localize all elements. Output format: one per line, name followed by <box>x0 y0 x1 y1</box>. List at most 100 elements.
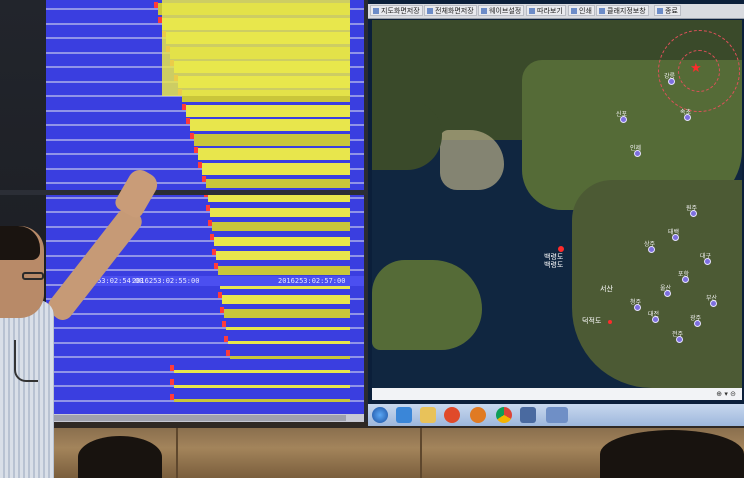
app-window-icon-2[interactable] <box>546 407 568 423</box>
p-wave-marker <box>212 248 216 255</box>
p-wave-marker <box>224 335 228 342</box>
person-shirt <box>0 300 54 478</box>
seismic-waveform <box>174 384 350 388</box>
follow-button[interactable]: 따라보기 <box>526 5 566 16</box>
station-label: 태백 <box>668 229 680 236</box>
seismic-waveform <box>230 355 350 359</box>
audience-head-1 <box>78 436 162 478</box>
epicenter-star-icon: ★ <box>690 61 702 76</box>
seismic-waveform-cluster <box>162 0 350 96</box>
save-map-label: 지도화면저장 <box>381 7 420 15</box>
windows-taskbar <box>368 404 744 426</box>
red-station-marker-2 <box>608 320 612 324</box>
seismic-waveform <box>174 399 350 402</box>
wood-seam-2 <box>420 428 422 478</box>
scrollbar-thumb[interactable] <box>46 415 346 421</box>
save-map-button[interactable]: 지도화면저장 <box>370 5 423 16</box>
p-wave-marker <box>206 205 210 211</box>
zoom-control-icon[interactable]: ⊕ ▾ ⊝ <box>716 390 736 398</box>
app-window-icon[interactable] <box>520 407 536 423</box>
media-player-icon[interactable] <box>444 407 460 423</box>
wave-settings-button[interactable]: 웨이브설정 <box>478 5 525 16</box>
map-screen: 지도화면저장 전체화면저장 웨이브설정 따라보기 인쇄 클래지정보창 종료 ★ … <box>368 0 744 426</box>
seismic-waveform <box>228 341 350 344</box>
p-wave-marker <box>170 364 174 371</box>
exit-button[interactable]: 종료 <box>654 5 681 16</box>
station-label: 원주 <box>686 205 698 212</box>
p-wave-marker <box>170 393 174 400</box>
save-fullscreen-label: 전체화면저장 <box>435 7 474 15</box>
seismic-waveform <box>214 236 350 246</box>
seismic-waveform <box>174 370 350 373</box>
seismic-waveform <box>194 133 350 146</box>
station-label: 포항 <box>678 271 690 278</box>
p-wave-marker <box>154 2 158 8</box>
exit-label: 종료 <box>665 7 678 15</box>
station-label: 대전 <box>648 311 660 318</box>
seismic-waveform <box>206 178 350 188</box>
station-label: 속초 <box>680 109 692 116</box>
seismograph-scrollbar[interactable] <box>46 414 364 422</box>
label-seosan: 서산 <box>600 285 613 293</box>
glasses-icon <box>22 272 44 280</box>
seismic-waveform <box>212 222 350 231</box>
station-label: 청주 <box>630 299 642 306</box>
timestamp-3: 2016253:02:57:00 <box>278 277 346 285</box>
p-wave-marker <box>202 176 206 182</box>
seismograph-time-axis: 2016253:02:54:00 2016253:02:55:00 201625… <box>76 276 364 286</box>
landmass-korean-south <box>572 180 742 388</box>
ie-browser-icon[interactable] <box>396 407 412 423</box>
wood-seam <box>176 428 178 478</box>
station-label: 부산 <box>706 295 718 302</box>
seismic-waveform <box>198 148 350 160</box>
info-window-label: 클래지정보창 <box>607 7 646 15</box>
seismic-waveform <box>218 265 350 275</box>
seismic-waveform <box>226 326 350 330</box>
follow-icon <box>529 8 535 14</box>
station-label: 울산 <box>660 285 672 292</box>
seismic-waveform <box>216 251 350 260</box>
p-wave-marker <box>226 350 230 356</box>
p-wave-marker <box>222 321 226 327</box>
map-status-bar: ⊕ ▾ ⊝ <box>372 388 742 400</box>
seismic-waveform <box>190 119 350 131</box>
p-wave-marker <box>182 103 186 110</box>
map-toolbar: 지도화면저장 전체화면저장 웨이브설정 따라보기 인쇄 클래지정보창 종료 <box>368 4 744 19</box>
satellite-map[interactable]: ★ 백령도 백령도 덕적도 서산 신포 강릉 속초 인제 원주 태백 상주 대구 포항 울산 부산 광… <box>372 20 742 388</box>
p-wave-marker <box>214 263 218 269</box>
seismic-waveform <box>202 162 350 175</box>
info-window-button[interactable]: 클래지정보창 <box>596 5 649 16</box>
seismic-waveform <box>210 207 350 217</box>
save-icon <box>373 8 379 14</box>
start-orb-icon[interactable] <box>372 407 388 423</box>
screen-save-icon <box>427 8 433 14</box>
p-wave-marker <box>210 234 214 240</box>
station-label: 대구 <box>700 253 712 260</box>
label-baengnyeong-2: 백령도 <box>544 261 564 269</box>
landmass-west <box>372 100 442 170</box>
seismograph-screen <box>46 0 368 422</box>
audience-head-2 <box>600 430 744 478</box>
print-label: 인쇄 <box>579 7 592 15</box>
save-fullscreen-button[interactable]: 전체화면저장 <box>424 5 477 16</box>
print-button[interactable]: 인쇄 <box>568 5 595 16</box>
p-wave-marker <box>220 306 224 313</box>
station-label: 강릉 <box>664 73 676 80</box>
folder-icon[interactable] <box>420 407 436 423</box>
exit-icon <box>657 8 663 14</box>
p-wave-marker <box>170 379 174 385</box>
lanyard <box>14 340 38 382</box>
station-label: 상주 <box>644 241 656 248</box>
monitor-bezel <box>0 190 368 195</box>
info-window-icon <box>599 8 605 14</box>
p-wave-marker <box>194 147 198 153</box>
label-deokjeok: 덕적도 <box>582 317 602 325</box>
chrome-icon[interactable] <box>496 407 512 423</box>
firefox-icon[interactable] <box>470 407 486 423</box>
p-wave-marker <box>186 118 190 124</box>
p-wave-marker <box>190 132 194 139</box>
seismic-waveform <box>186 104 350 117</box>
print-icon <box>571 8 577 14</box>
seismic-waveform <box>224 309 350 318</box>
seismic-waveform <box>222 294 350 304</box>
